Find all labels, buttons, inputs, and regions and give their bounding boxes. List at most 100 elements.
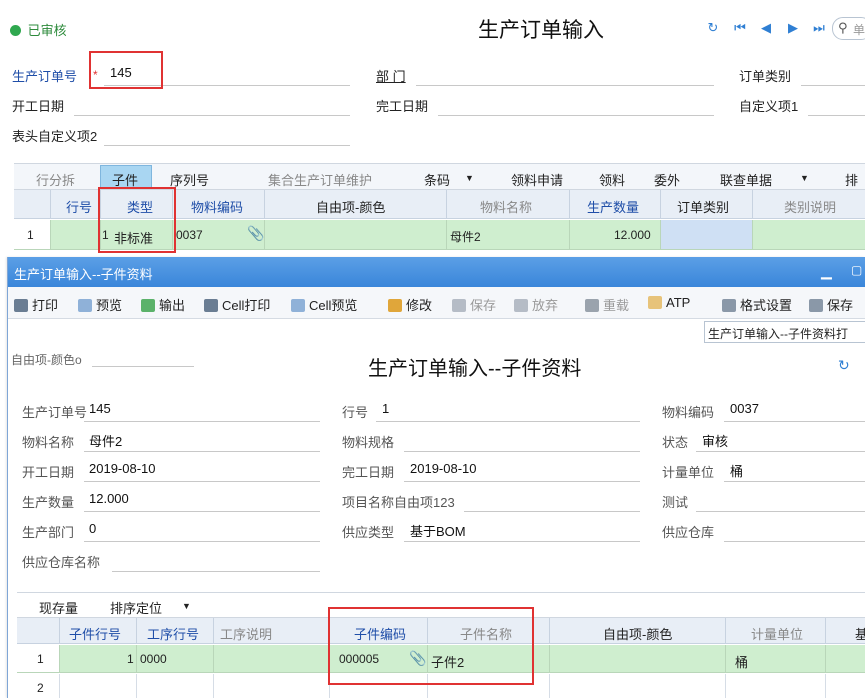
next-record-icon[interactable]: ▶ — [785, 20, 801, 36]
col-child-more[interactable]: 基 — [855, 624, 865, 643]
format-select[interactable]: 生产订单输入--子件资料打 — [704, 321, 865, 343]
barcode-button[interactable]: 条码 — [424, 170, 450, 189]
pick-button[interactable]: 领料 — [599, 170, 625, 189]
col-child-color[interactable]: 自由项-颜色 — [603, 624, 672, 643]
search-box[interactable]: ⚲ 单 — [832, 17, 865, 40]
cell-type[interactable]: 非标准 — [114, 228, 153, 247]
pick-request-button[interactable]: 领料申请 — [511, 170, 563, 189]
c-end-date-field[interactable]: 2019-08-10 — [404, 458, 640, 482]
minimize-icon[interactable]: ▁ — [821, 263, 832, 280]
save-button[interactable]: 保存 — [452, 295, 496, 314]
c-spec-field[interactable] — [404, 428, 640, 452]
refresh-icon[interactable]: ↻ — [705, 20, 721, 36]
c-start-date-field[interactable]: 2019-08-10 — [84, 458, 320, 482]
abandon-button[interactable]: 放弃 — [514, 295, 558, 314]
col-child-name[interactable]: 子件名称 — [460, 624, 512, 643]
collection-order-button[interactable]: 集合生产订单维护 — [268, 170, 372, 189]
table-row[interactable]: 2 — [17, 674, 865, 698]
col-type[interactable]: 类型 — [127, 197, 153, 216]
c-order-no-field[interactable]: 145 — [84, 398, 320, 422]
serial-button[interactable]: 序列号 — [170, 170, 209, 189]
save-format-button[interactable]: 保存 — [809, 295, 853, 314]
more-button[interactable]: 排 — [845, 170, 858, 189]
linked-docs-dropdown-icon[interactable]: ▼ — [800, 173, 809, 183]
format-settings-button[interactable]: 格式设置 — [722, 295, 792, 314]
maximize-icon[interactable]: ▢ — [851, 263, 862, 277]
custom1-field[interactable] — [808, 92, 865, 116]
order-type-field[interactable] — [801, 62, 865, 86]
export-button[interactable]: 输出 — [141, 295, 185, 314]
edit-button[interactable]: 修改 — [388, 295, 432, 314]
cell-child-name[interactable]: 子件2 — [431, 652, 464, 671]
preview-button[interactable]: 预览 — [78, 295, 122, 314]
cell-op-line[interactable]: 0000 — [140, 652, 167, 666]
cell-qty[interactable]: 12.000 — [614, 228, 651, 242]
child-button-label[interactable]: 子件 — [112, 170, 138, 189]
c-start-date-label: 开工日期 — [22, 465, 75, 480]
header-custom2-field[interactable] — [104, 122, 350, 146]
c-line-field[interactable]: 1 — [376, 398, 640, 422]
c-dept-field[interactable]: 0 — [84, 518, 320, 542]
child-refresh-icon[interactable]: ↻ — [838, 357, 850, 374]
search-input[interactable]: 单 — [853, 21, 865, 38]
print-button[interactable]: 打印 — [14, 295, 58, 314]
cell-item-code[interactable]: 0037 — [176, 228, 203, 242]
c-unit-field[interactable]: 桶 — [724, 458, 865, 482]
col-child-line[interactable]: 子件行号 — [69, 624, 121, 643]
side-field[interactable] — [92, 345, 194, 367]
end-date-field[interactable] — [438, 92, 714, 116]
c-status-label: 状态 — [662, 435, 689, 450]
c-item-code-field[interactable]: 0037 — [724, 398, 865, 422]
col-free-color[interactable]: 自由项-颜色 — [316, 197, 385, 216]
last-record-icon[interactable]: ⏭ — [811, 20, 827, 36]
attachment-icon[interactable]: 📎 — [247, 225, 264, 242]
start-date-label: 开工日期 — [12, 99, 65, 114]
reload-button[interactable]: 重载 — [585, 295, 629, 314]
table-row[interactable]: 1 1 非标准 0037 📎 母件2 12.000 — [14, 220, 865, 250]
c-dept-label: 生产部门 — [22, 525, 75, 540]
table-row[interactable]: 1 1 0000 000005 📎 子件2 桶 — [17, 645, 865, 673]
c-item-name-field[interactable]: 母件2 — [84, 428, 320, 452]
c-warehouse-name-field[interactable] — [112, 548, 320, 572]
split-row-button[interactable]: 行分拆 — [36, 170, 75, 189]
cell-item-name[interactable]: 母件2 — [450, 228, 481, 245]
cell-child-unit[interactable]: 桶 — [735, 652, 748, 671]
col-op-desc[interactable]: 工序说明 — [220, 624, 272, 643]
col-item-name[interactable]: 物料名称 — [480, 197, 532, 216]
outsource-button[interactable]: 委外 — [654, 170, 680, 189]
attachment-icon[interactable]: 📎 — [409, 650, 426, 667]
col-line[interactable]: 行号 — [66, 197, 92, 216]
first-record-icon[interactable]: ⏮ — [732, 20, 748, 36]
col-order-type[interactable]: 订单类别 — [677, 197, 729, 216]
c-test-field[interactable] — [696, 488, 865, 512]
col-op-line[interactable]: 工序行号 — [147, 624, 199, 643]
start-date-field[interactable] — [74, 92, 350, 116]
c-project-field[interactable] — [464, 488, 640, 512]
linked-docs-button[interactable]: 联查单据 — [720, 170, 772, 189]
cell-preview-button[interactable]: Cell预览 — [291, 295, 357, 314]
cell-line[interactable]: 1 — [102, 228, 109, 242]
cell-print-button[interactable]: Cell打印 — [204, 295, 270, 314]
col-type-desc[interactable]: 类别说明 — [784, 197, 836, 216]
c-warehouse-field[interactable] — [724, 518, 865, 542]
col-child-code[interactable]: 子件编码 — [354, 624, 406, 643]
cell-order-type[interactable] — [661, 220, 752, 249]
col-child-unit[interactable]: 计量单位 — [751, 624, 803, 643]
dept-field[interactable] — [416, 62, 714, 86]
order-no-field[interactable]: 145 — [104, 62, 350, 86]
cell-child-line[interactable]: 1 — [127, 652, 134, 666]
sort-dropdown-icon[interactable]: ▼ — [182, 601, 191, 611]
c-status-field[interactable]: 审核 — [696, 428, 865, 452]
c-project-label: 项目名称自由项123 — [342, 495, 455, 510]
cell-child-code[interactable]: 000005 — [339, 652, 379, 666]
col-qty[interactable]: 生产数量 — [587, 197, 639, 216]
col-item-code[interactable]: 物料编码 — [191, 197, 243, 216]
c-supply-type-field[interactable]: 基于BOM — [404, 518, 640, 542]
sort-locate-tab[interactable]: 排序定位 — [110, 598, 162, 617]
stock-tab[interactable]: 现存量 — [39, 598, 78, 617]
atp-button[interactable]: ATP — [648, 295, 690, 310]
prev-record-icon[interactable]: ◀ — [758, 20, 774, 36]
barcode-dropdown-icon[interactable]: ▼ — [465, 173, 474, 183]
c-qty-field[interactable]: 12.000 — [84, 488, 320, 512]
c-test-label: 测试 — [662, 495, 689, 510]
